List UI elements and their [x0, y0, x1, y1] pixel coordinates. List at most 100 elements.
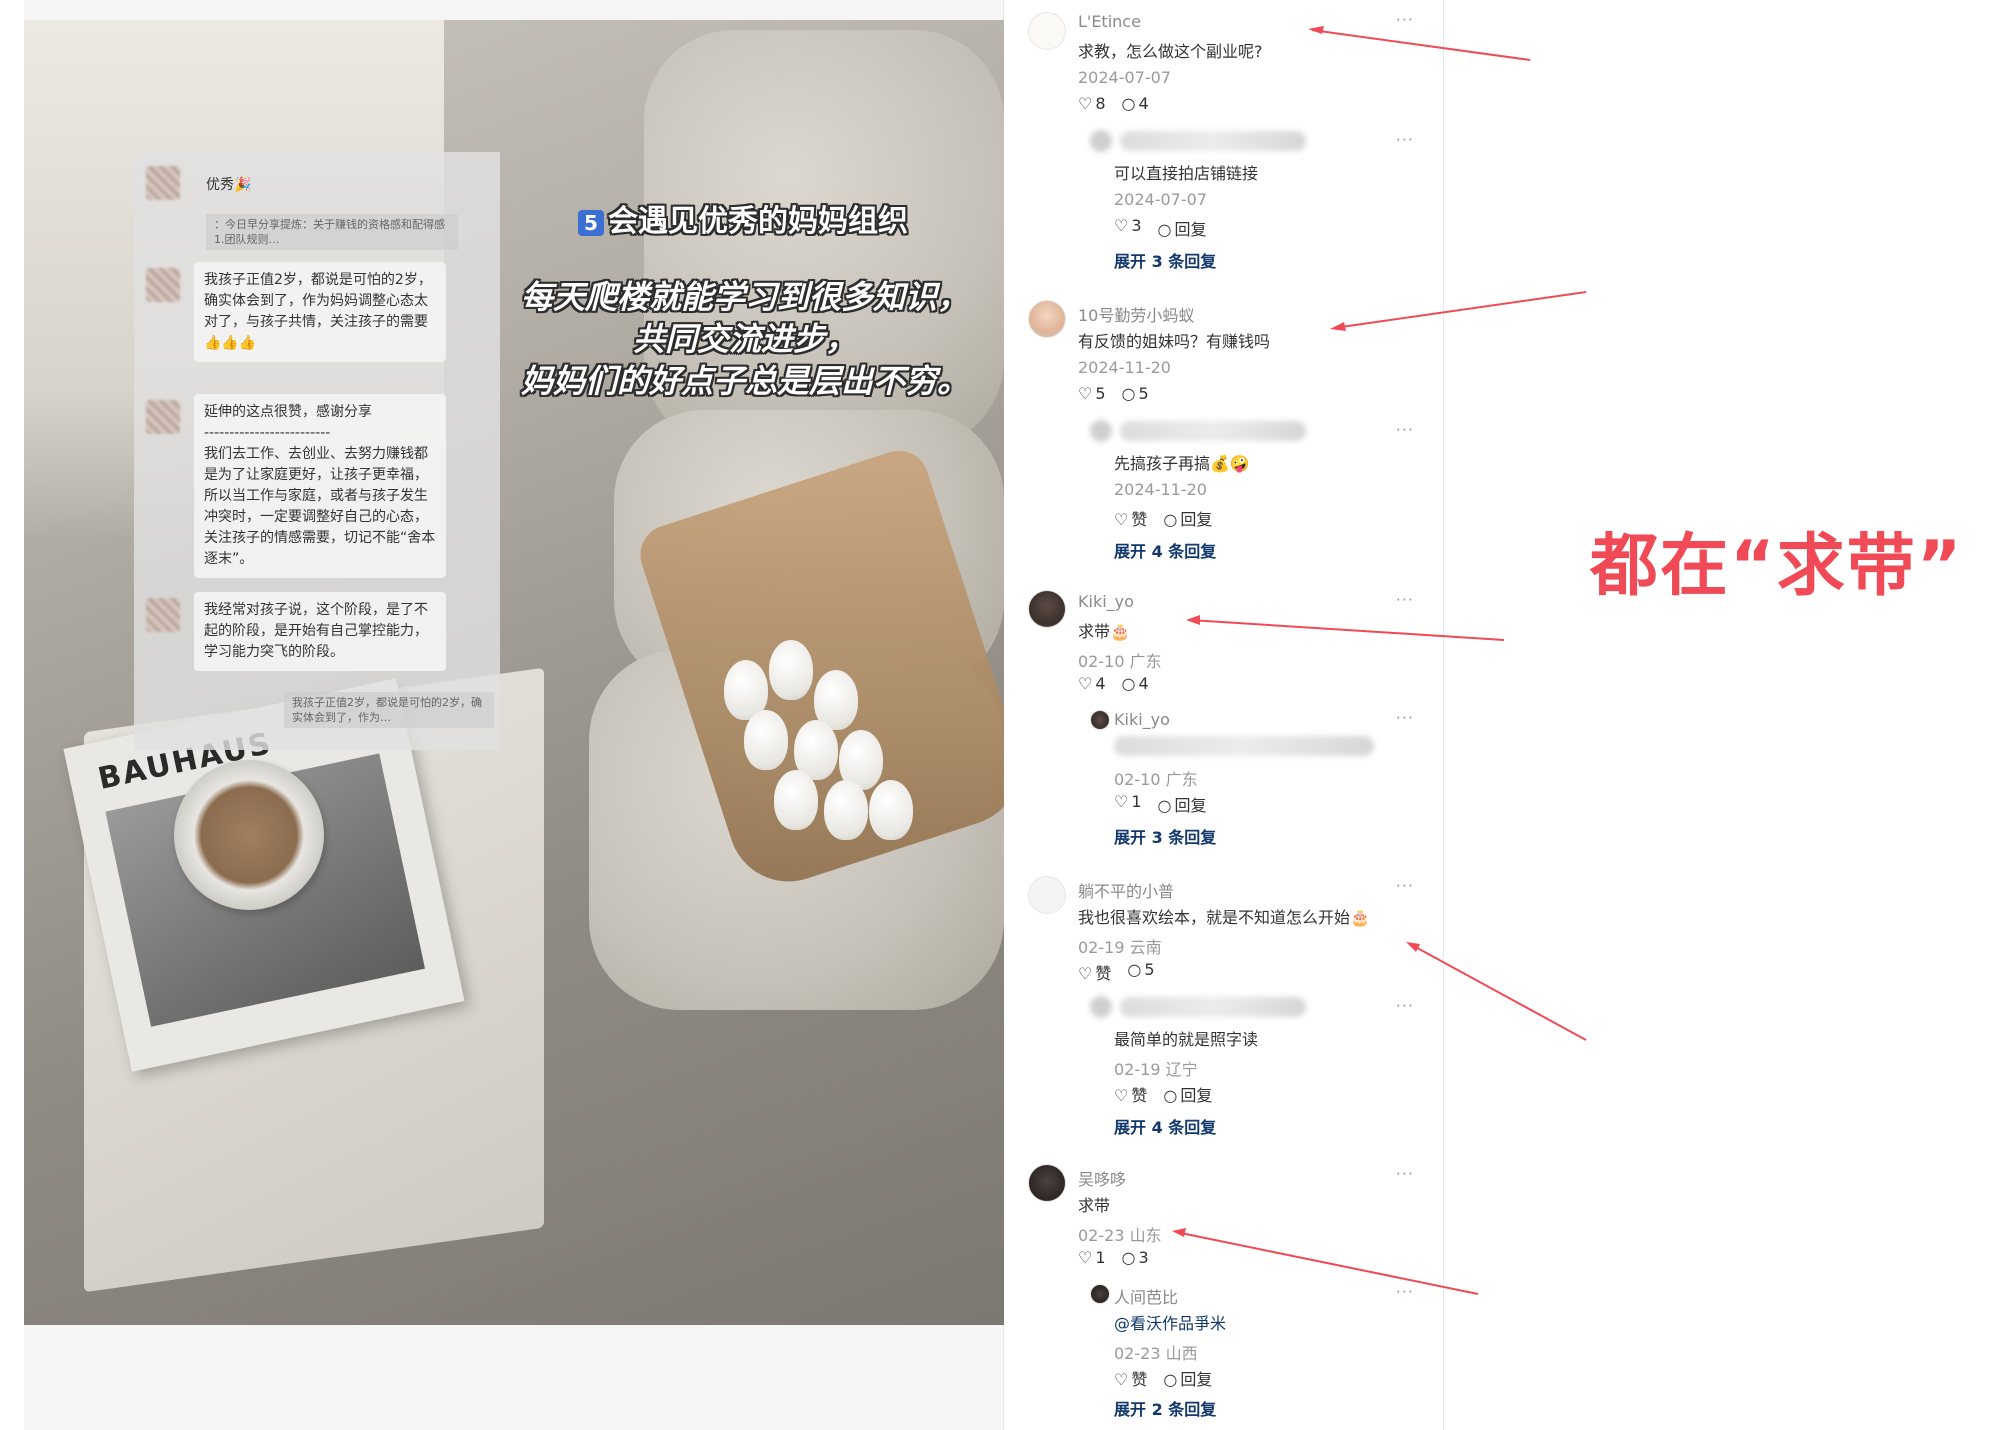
- reply-content: 先搞孩子再搞💰🤪: [1114, 454, 1250, 473]
- comment-avatar[interactable]: [1028, 300, 1066, 338]
- screenshot-root: BAUHAUS 优秀🎉 ：今日早分享提炼：关于赚钱的资格感和配得感 1.团队规则…: [0, 0, 1992, 1430]
- reply-button[interactable]: ○ 回复: [1163, 1366, 1212, 1390]
- reply-date: 2024-11-20: [1114, 480, 1207, 499]
- annotation-text: 都在“求带”: [1590, 527, 1964, 606]
- more-dots-icon[interactable]: ···: [1396, 708, 1414, 727]
- like-button[interactable]: ♡ 1: [1078, 1248, 1106, 1267]
- reply-username-blurred: [1120, 997, 1306, 1017]
- comment-actions: ♡ 1 ○ 3: [1078, 1248, 1149, 1267]
- more-dots-icon[interactable]: ···: [1396, 420, 1414, 439]
- comment-bubble-icon: ○: [1163, 1086, 1178, 1105]
- more-dots-icon[interactable]: ···: [1396, 1282, 1414, 1301]
- reply-label: 回复: [1180, 1086, 1213, 1105]
- comment-content: 有反馈的姐妹吗？有赚钱吗: [1078, 332, 1271, 351]
- like-button[interactable]: ♡ 赞: [1078, 960, 1111, 984]
- comment-username[interactable]: 躺不平的小普: [1078, 878, 1174, 902]
- chat-name: 优秀🎉: [206, 177, 252, 193]
- reply-username[interactable]: 人间芭比: [1114, 1284, 1178, 1308]
- comment-bubble-icon: ○: [1163, 510, 1178, 529]
- expand-replies-link[interactable]: 展开 2 条回复: [1114, 1396, 1216, 1420]
- comment-avatar[interactable]: [1028, 590, 1066, 628]
- reply-actions: ♡ 3 ○ 回复: [1114, 216, 1207, 240]
- reply-button[interactable]: ○ 5: [1122, 384, 1149, 403]
- comment-bubble-icon: ○: [1127, 960, 1142, 979]
- reply-actions: ♡ 1 ○ 回复: [1114, 792, 1207, 816]
- like-button[interactable]: ♡ 赞: [1114, 1082, 1147, 1106]
- reply-username[interactable]: Kiki_yo: [1114, 710, 1170, 729]
- heart-icon: ♡: [1078, 1248, 1093, 1267]
- reply-button[interactable]: ○ 回复: [1158, 792, 1207, 816]
- comment-username[interactable]: 10号勤劳小蚂蚁: [1078, 302, 1194, 326]
- reply-button[interactable]: ○ 回复: [1163, 506, 1212, 530]
- like-button[interactable]: ♡ 5: [1078, 384, 1106, 403]
- like-count: 1: [1131, 792, 1142, 811]
- comment-username[interactable]: L'Etince: [1078, 12, 1141, 31]
- reply-content-mention[interactable]: @看沃作品爭米: [1114, 1310, 1226, 1334]
- chat-bubble: 延伸的这点很赞，感谢分享 ------------------------- 我…: [194, 394, 446, 578]
- like-label: 赞: [1095, 964, 1112, 983]
- image-tulip: [869, 780, 913, 840]
- reply-avatar[interactable]: [1090, 710, 1110, 730]
- comment-bubble-icon: ○: [1121, 94, 1136, 113]
- reply-avatar[interactable]: [1090, 1284, 1110, 1304]
- comment-content: 求教，怎么做这个副业呢?: [1078, 42, 1263, 61]
- reply-count: 5: [1138, 384, 1149, 403]
- comment-avatar[interactable]: [1028, 12, 1066, 50]
- like-button[interactable]: ♡ 1: [1114, 792, 1142, 816]
- like-button[interactable]: ♡ 赞: [1114, 1366, 1147, 1390]
- reply-label: 回复: [1180, 1370, 1213, 1389]
- comment-avatar[interactable]: [1028, 1164, 1066, 1202]
- chat-avatar: [146, 268, 180, 302]
- comment-bubble-icon: ○: [1121, 674, 1136, 693]
- like-button[interactable]: ♡ 8: [1078, 94, 1106, 113]
- comment-bubble-icon: ○: [1121, 384, 1136, 403]
- more-dots-icon[interactable]: ···: [1396, 996, 1414, 1015]
- reply-button[interactable]: ○ 回复: [1158, 216, 1207, 240]
- image-tulip: [769, 640, 813, 700]
- more-dots-icon[interactable]: ···: [1396, 1164, 1414, 1183]
- reply-date: 02-10 广东: [1114, 770, 1198, 789]
- more-dots-icon[interactable]: ···: [1396, 130, 1414, 149]
- chat-quote: ：今日早分享提炼：关于赚钱的资格感和配得感 1.团队规则…: [206, 214, 458, 250]
- more-dots-icon[interactable]: ···: [1396, 590, 1414, 609]
- like-button[interactable]: ♡ 赞: [1114, 506, 1147, 530]
- reply-avatar-blurred: [1090, 420, 1112, 442]
- reply-username-blurred: [1120, 131, 1306, 151]
- comment-date: 02-19 云南: [1078, 938, 1162, 957]
- comment-date: 2024-11-20: [1078, 358, 1171, 377]
- comment-username[interactable]: 吴哆哆: [1078, 1166, 1126, 1190]
- reply-count: 4: [1138, 94, 1149, 113]
- heart-icon: ♡: [1114, 1086, 1129, 1105]
- like-count: 5: [1095, 384, 1106, 403]
- comment-date: 2024-07-07: [1078, 68, 1171, 87]
- reply-content: 可以直接拍店铺链接: [1114, 164, 1259, 183]
- more-dots-icon[interactable]: ···: [1396, 10, 1414, 29]
- like-label: 赞: [1131, 1086, 1148, 1105]
- heart-icon: ♡: [1114, 1370, 1129, 1389]
- reply-label: 回复: [1174, 796, 1207, 815]
- reply-button[interactable]: ○ 4: [1122, 94, 1149, 113]
- more-dots-icon[interactable]: ···: [1396, 876, 1414, 895]
- reply-username-blurred: [1120, 421, 1306, 441]
- reply-button[interactable]: ○ 5: [1127, 960, 1154, 984]
- reply-button[interactable]: ○ 回复: [1163, 1082, 1212, 1106]
- expand-replies-link[interactable]: 展开 3 条回复: [1114, 248, 1216, 272]
- reply-button[interactable]: ○ 3: [1122, 1248, 1149, 1267]
- like-button[interactable]: ♡ 3: [1114, 216, 1142, 240]
- image-tulip: [824, 780, 868, 840]
- expand-replies-link[interactable]: 展开 3 条回复: [1114, 824, 1216, 848]
- like-button[interactable]: ♡ 4: [1078, 674, 1106, 693]
- image-coffee-cup: [174, 760, 324, 910]
- expand-replies-link[interactable]: 展开 4 条回复: [1114, 1114, 1216, 1138]
- comment-avatar[interactable]: [1028, 876, 1066, 914]
- reply-button[interactable]: ○ 4: [1122, 674, 1149, 693]
- comment-actions: ♡ 5 ○ 5: [1078, 384, 1149, 403]
- reply-count: 5: [1144, 960, 1155, 979]
- comment-username[interactable]: Kiki_yo: [1078, 592, 1134, 611]
- comments-panel: L'Etince ··· 求教，怎么做这个副业呢? 2024-07-07 ♡ 8 …: [1004, 0, 1444, 1430]
- expand-replies-link[interactable]: 展开 4 条回复: [1114, 538, 1216, 562]
- chat-screenshot-overlay: 优秀🎉 ：今日早分享提炼：关于赚钱的资格感和配得感 1.团队规则… 我孩子正值2…: [134, 152, 500, 750]
- heart-icon: ♡: [1114, 510, 1129, 529]
- comment-content: 我也很喜欢绘本，就是不知道怎么开始🎂: [1078, 908, 1370, 927]
- reply-label: 回复: [1180, 510, 1213, 529]
